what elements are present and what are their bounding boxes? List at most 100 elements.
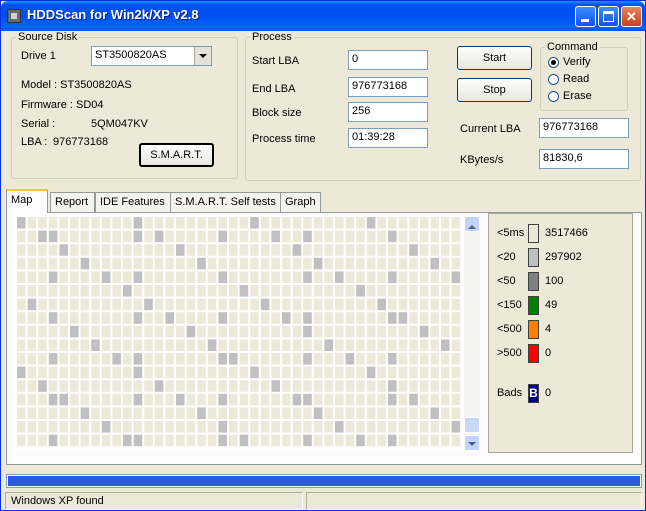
scroll-thumb[interactable]: [464, 417, 480, 433]
radio-verify-indicator[interactable]: [548, 56, 559, 68]
smart-button[interactable]: S.M.A.R.T.: [139, 143, 214, 167]
map-block: [366, 325, 376, 338]
map-block: [133, 339, 143, 351]
map-block: [133, 271, 143, 283]
tab-smart-self-tests[interactable]: S.M.A.R.T. Self tests: [170, 192, 281, 212]
map-block: [271, 380, 280, 392]
legend-swatch: [528, 296, 539, 315]
map-block: [313, 393, 323, 406]
minimize-button[interactable]: [575, 6, 596, 27]
map-block: [303, 298, 312, 311]
process-time-field[interactable]: 01:39:28: [348, 128, 428, 148]
map-block: [229, 230, 238, 243]
map-block: [282, 312, 291, 324]
map-block: [430, 217, 439, 229]
radio-erase-indicator[interactable]: [548, 90, 559, 102]
map-block: [377, 353, 386, 365]
map-scrollbar[interactable]: [464, 216, 480, 451]
map-block: [123, 285, 132, 297]
map-block: [80, 271, 90, 283]
map-block: [451, 393, 461, 406]
start-lba-field[interactable]: 0: [348, 50, 428, 70]
tab-ide-features[interactable]: IDE Features: [95, 192, 171, 212]
map-block: [409, 312, 418, 324]
start-button[interactable]: Start: [457, 46, 532, 70]
map-block: [123, 325, 132, 338]
map-block: [345, 407, 355, 419]
map-block: [313, 298, 323, 311]
map-block: [345, 325, 355, 338]
map-block: [229, 271, 238, 283]
map-block: [398, 380, 408, 392]
map-block: [335, 434, 344, 447]
map-block: [282, 353, 291, 365]
map-block: [48, 421, 58, 433]
map-block: [176, 230, 185, 243]
kbytes-label: KBytes/s: [460, 154, 504, 166]
map-block: [313, 312, 323, 324]
map-block: [419, 312, 429, 324]
map-block: [451, 285, 461, 297]
map-block: [313, 244, 323, 256]
scroll-down-icon[interactable]: [464, 435, 480, 451]
map-block: [144, 393, 153, 406]
map-block: [133, 217, 143, 229]
map-block: [218, 312, 227, 324]
map-block: [123, 230, 132, 243]
title-bar[interactable]: HDDScan for Win2k/XP v2.8 ✕: [1, 1, 645, 31]
surface-map[interactable]: [16, 216, 464, 451]
map-block: [197, 217, 206, 229]
map-block: [176, 217, 185, 229]
close-button[interactable]: ✕: [621, 6, 642, 27]
map-block: [419, 285, 429, 297]
map-block: [80, 339, 90, 351]
chevron-down-icon[interactable]: [194, 47, 211, 65]
map-block: [197, 230, 206, 243]
maximize-button[interactable]: [598, 6, 619, 27]
radio-erase[interactable]: Erase: [548, 90, 592, 102]
map-block: [207, 353, 217, 365]
model-text: Model : ST3500820AS: [21, 79, 132, 91]
map-block: [91, 353, 100, 365]
legend-row-500: <500 4: [489, 320, 629, 340]
scroll-up-icon[interactable]: [464, 216, 480, 232]
end-lba-field[interactable]: 976773168: [348, 77, 428, 97]
legend-row-20: <20 297902: [489, 248, 629, 268]
tab-graph[interactable]: Graph: [280, 192, 321, 212]
radio-read[interactable]: Read: [548, 73, 589, 85]
map-block: [260, 257, 270, 270]
map-block: [186, 393, 196, 406]
map-block: [260, 217, 270, 229]
map-block: [451, 312, 461, 324]
map-block: [38, 312, 47, 324]
map-block: [366, 366, 376, 379]
map-block: [377, 434, 386, 447]
map-block: [101, 380, 111, 392]
map-block: [292, 366, 302, 379]
radio-read-indicator[interactable]: [548, 73, 559, 85]
map-block: [17, 380, 26, 392]
map-block: [17, 393, 26, 406]
map-block: [186, 285, 196, 297]
hdd-app-icon: [7, 9, 21, 23]
map-block: [154, 434, 164, 447]
drive-select[interactable]: ST3500820AS: [91, 46, 212, 66]
map-block: [165, 285, 174, 297]
map-block: [70, 407, 79, 419]
map-block: [282, 325, 291, 338]
map-block: [398, 271, 408, 283]
stop-button[interactable]: Stop: [457, 78, 532, 102]
map-block: [197, 257, 206, 270]
radio-verify[interactable]: Verify: [548, 56, 591, 68]
map-block: [112, 285, 121, 297]
tab-report[interactable]: Report: [50, 192, 95, 212]
map-block: [112, 421, 121, 433]
map-block: [218, 407, 227, 419]
map-block: [366, 312, 376, 324]
block-size-field[interactable]: 256: [348, 102, 428, 122]
map-block: [186, 407, 196, 419]
tab-map[interactable]: Map: [6, 189, 48, 213]
legend-label: <5ms: [497, 227, 525, 239]
map-block: [388, 298, 397, 311]
map-block: [398, 298, 408, 311]
